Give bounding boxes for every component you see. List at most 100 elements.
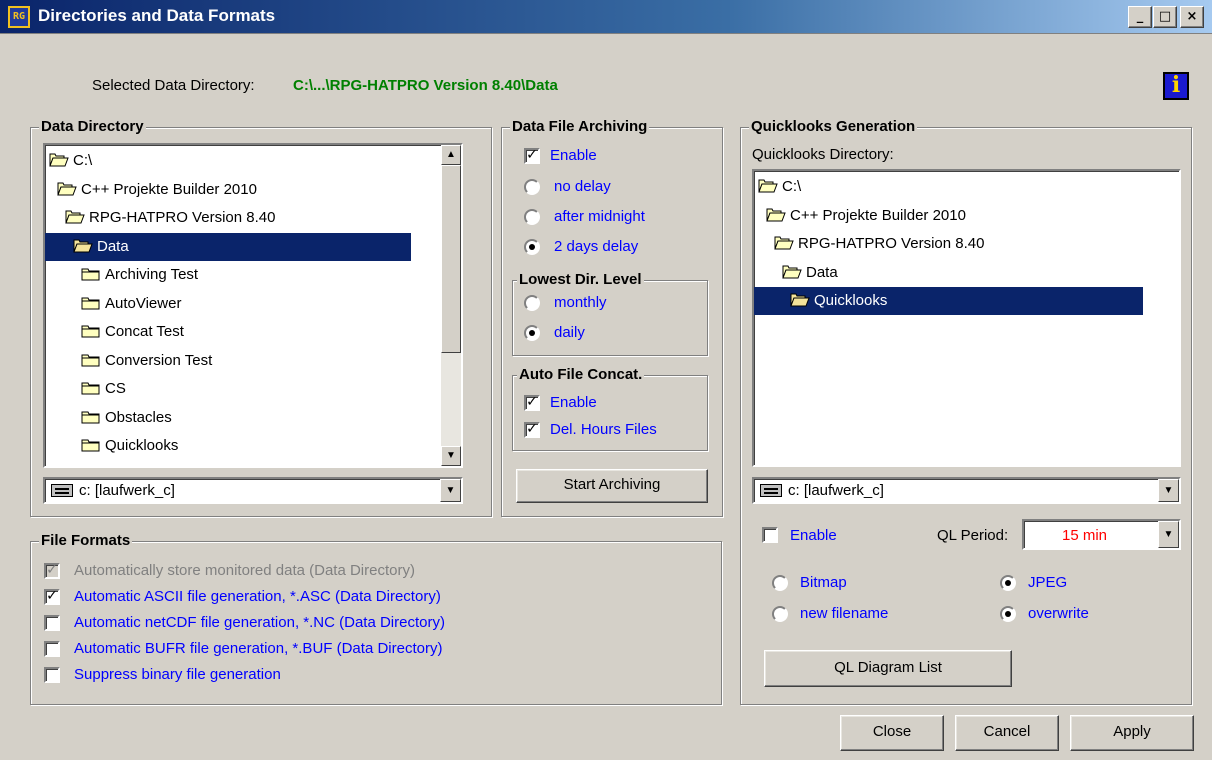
data-tree-item[interactable]: RPG-HATPRO Version 8.40 [65, 204, 281, 232]
minimize-button[interactable]: _ [1128, 6, 1152, 28]
radio-daily[interactable] [524, 325, 540, 341]
bitmap-label[interactable]: Bitmap [800, 574, 847, 592]
radio-after-midnight[interactable] [524, 209, 540, 225]
archiving-enable-label[interactable]: Enable [550, 147, 597, 165]
chevron-down-icon[interactable]: ▼ [1158, 479, 1179, 502]
delete-hours-label[interactable]: Del. Hours Files [550, 421, 657, 439]
file-format-label[interactable]: Automatic netCDF file generation, *.NC (… [74, 614, 445, 632]
cancel-button[interactable]: Cancel [955, 715, 1059, 751]
data-tree-item[interactable]: CS [81, 375, 132, 403]
archiving-enable-checkbox[interactable]: ✓ [524, 148, 540, 164]
data-tree-item[interactable]: Quicklooks [81, 432, 184, 460]
overwrite-label[interactable]: overwrite [1028, 605, 1089, 623]
ql-tree-item-label: Data [806, 263, 838, 281]
app-icon[interactable]: RG [8, 6, 30, 28]
radio-overwrite[interactable] [1000, 606, 1016, 622]
ql-tree-item[interactable]: RPG-HATPRO Version 8.40 [774, 230, 990, 258]
file-format-checkbox[interactable] [44, 641, 60, 657]
ql-tree-item-label: RPG-HATPRO Version 8.40 [798, 235, 985, 252]
data-tree-scrollbar[interactable]: ▲ ▼ [441, 145, 461, 466]
cancel-label: Cancel [983, 723, 1031, 740]
file-format-label[interactable]: Suppress binary file generation [74, 666, 281, 684]
close-button[interactable]: Close [840, 715, 944, 751]
ql-tree-item[interactable]: Quicklooks [754, 287, 1143, 315]
scroll-thumb[interactable] [441, 165, 461, 353]
data-tree-item-label: Obstacles [105, 408, 172, 426]
radio-no-delay[interactable] [524, 179, 540, 195]
data-tree-item[interactable]: C++ Projekte Builder 2010 [57, 176, 263, 204]
quicklooks-enable-checkbox[interactable] [762, 527, 778, 543]
concat-enable-checkbox[interactable]: ✓ [524, 395, 540, 411]
data-tree-item[interactable]: Obstacles [81, 404, 178, 432]
data-drive-select[interactable]: c: [laufwerk_c] ▼ [43, 477, 463, 504]
radio-2-days-delay[interactable] [524, 239, 540, 255]
concat-enable-label[interactable]: Enable [550, 394, 597, 412]
data-tree-item[interactable]: Data [45, 232, 411, 261]
daily-label[interactable]: daily [554, 324, 585, 342]
folder-icon [81, 352, 101, 367]
ql-period-label: QL Period: [937, 527, 1009, 544]
after-midnight-label[interactable]: after midnight [554, 208, 645, 226]
new-filename-label[interactable]: new filename [800, 605, 888, 623]
radio-bitmap[interactable] [772, 575, 788, 591]
folder-open-icon [782, 264, 802, 279]
ql-tree-item[interactable]: Data [782, 259, 844, 287]
close-label: Close [872, 723, 912, 740]
close-window-button[interactable]: × [1180, 6, 1204, 28]
selected-dir-label: Selected Data Directory: [92, 77, 255, 94]
file-formats-legend: File Formats [39, 531, 133, 551]
data-directory-legend: Data Directory [39, 117, 146, 137]
chevron-down-icon[interactable]: ▼ [440, 479, 461, 502]
ql-tree-item[interactable]: C:\ [758, 173, 807, 201]
data-tree-item-label: Archiving Test [105, 266, 199, 283]
folder-open-icon [774, 235, 794, 250]
title-bar[interactable]: RG Directories and Data Formats _ □ × [0, 0, 1212, 34]
monthly-label[interactable]: monthly [554, 294, 607, 312]
ql-period-value: 15 min [1062, 527, 1108, 544]
ql-diagram-list-button[interactable]: QL Diagram List [764, 650, 1012, 687]
file-format-label: Automatically store monitored data (Data… [74, 562, 415, 579]
file-format-checkbox[interactable] [44, 615, 60, 631]
ql-period-select[interactable]: 15 min ▼ [1022, 519, 1181, 550]
2-days-delay-label[interactable]: 2 days delay [554, 238, 638, 256]
no-delay-label[interactable]: no delay [554, 178, 611, 196]
folder-icon [81, 266, 101, 281]
data-tree-item[interactable]: C:\ [49, 147, 98, 175]
file-format-label[interactable]: Automatic BUFR file generation, *.BUF (D… [74, 640, 442, 658]
data-tree-item[interactable]: Archiving Test [81, 261, 204, 289]
folder-open-icon [73, 238, 93, 253]
radio-jpeg[interactable] [1000, 575, 1016, 591]
ql-tree-item[interactable]: C++ Projekte Builder 2010 [766, 202, 972, 230]
start-archiving-button[interactable]: Start Archiving [516, 469, 708, 503]
folder-open-icon [49, 152, 69, 167]
folder-open-icon [758, 178, 778, 193]
file-format-label[interactable]: Automatic ASCII file generation, *.ASC (… [74, 588, 441, 606]
data-tree-item[interactable]: AutoViewer [81, 290, 187, 318]
info-icon[interactable]: i [1163, 72, 1189, 100]
quicklooks-drive-select[interactable]: c: [laufwerk_c] ▼ [752, 477, 1181, 504]
data-tree-item-label: C:\ [73, 152, 93, 169]
data-drive-value: c: [laufwerk_c] [79, 482, 175, 499]
folder-open-icon [766, 207, 786, 222]
scroll-up-button[interactable]: ▲ [441, 145, 461, 165]
auto-concat-legend: Auto File Concat. [517, 365, 645, 385]
apply-button[interactable]: Apply [1070, 715, 1194, 751]
file-format-checkbox: ✓ [44, 563, 60, 579]
chevron-down-icon[interactable]: ▼ [1158, 521, 1179, 548]
delete-hours-checkbox[interactable]: ✓ [524, 422, 540, 438]
file-format-checkbox[interactable] [44, 667, 60, 683]
data-tree-item[interactable]: Concat Test [81, 318, 190, 346]
data-tree-item-label: Quicklooks [105, 437, 179, 454]
jpeg-label[interactable]: JPEG [1028, 574, 1067, 592]
scroll-down-button[interactable]: ▼ [441, 446, 461, 466]
radio-new-filename[interactable] [772, 606, 788, 622]
file-format-checkbox[interactable]: ✓ [44, 589, 60, 605]
data-tree-item[interactable]: Conversion Test [81, 347, 218, 375]
apply-label: Apply [1113, 723, 1151, 740]
folder-icon [81, 437, 101, 452]
quicklooks-enable-label[interactable]: Enable [790, 527, 837, 545]
quicklooks-directory-tree[interactable]: C:\ C++ Projekte Builder 2010 RPG-HATPRO V… [752, 169, 1181, 467]
maximize-button[interactable]: □ [1153, 6, 1177, 28]
radio-monthly[interactable] [524, 295, 540, 311]
data-directory-tree[interactable]: C:\ C++ Projekte Builder 2010 RPG-HATPRO V… [43, 143, 463, 468]
